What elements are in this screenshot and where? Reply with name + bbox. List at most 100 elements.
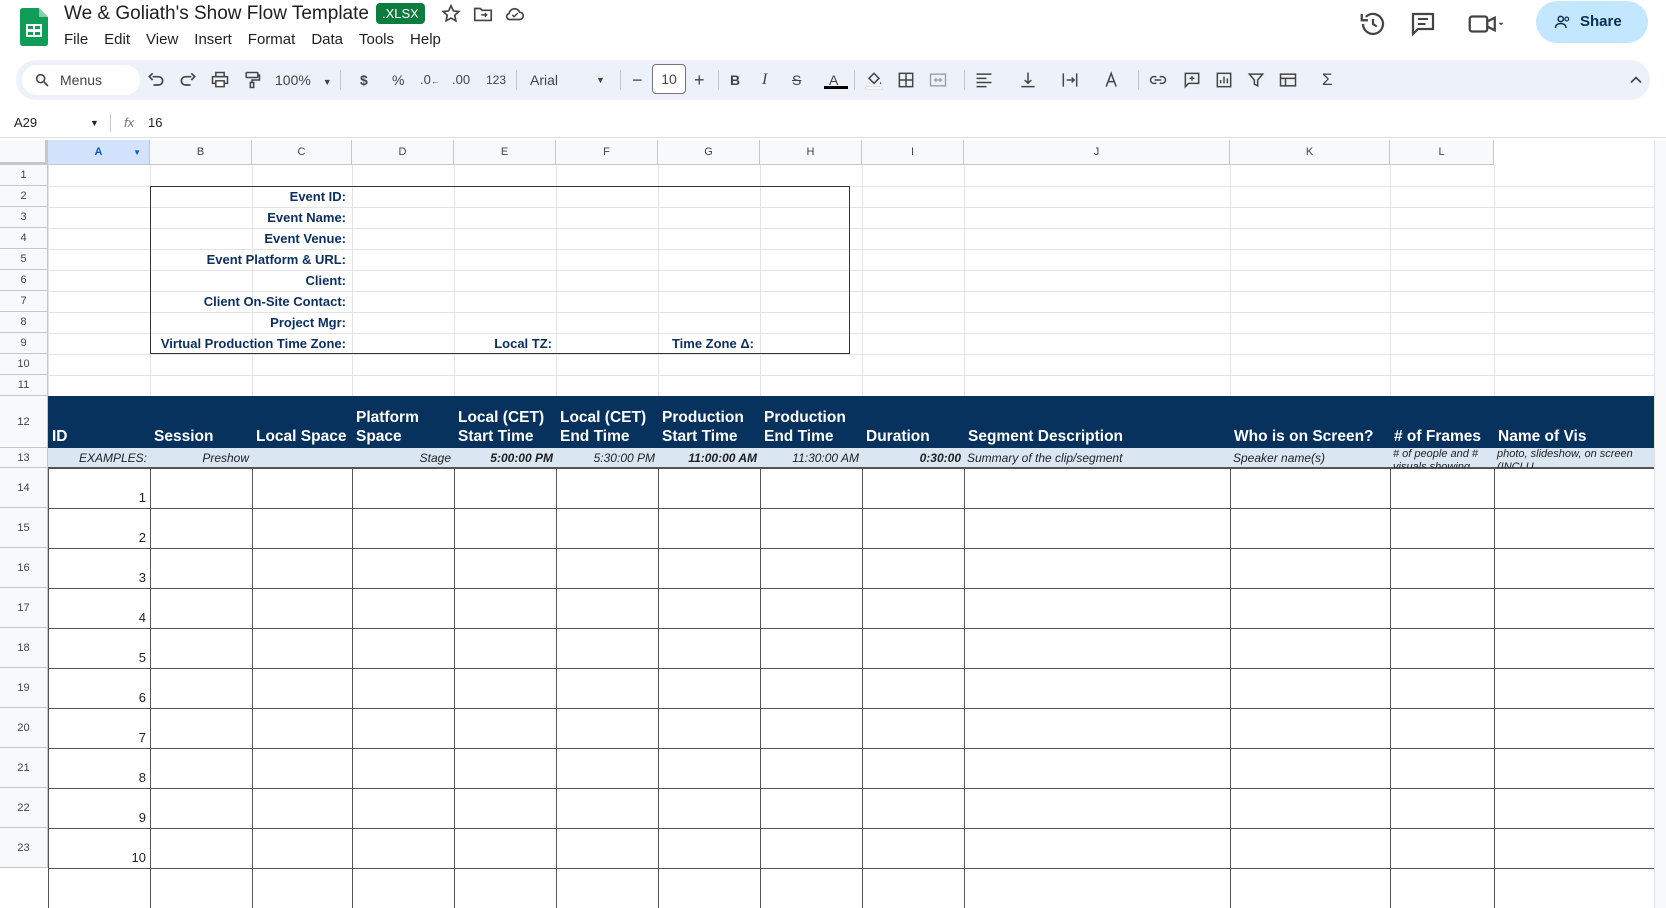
row-header-10[interactable]: 10 [0, 354, 48, 375]
cloud-status-icon[interactable] [504, 3, 526, 25]
row-header-23[interactable]: 23 [0, 828, 48, 868]
functions-button[interactable]: Σ [1322, 60, 1333, 100]
row-header-5[interactable]: 5 [0, 249, 48, 270]
column-header-b[interactable]: B [150, 140, 252, 165]
row-header-11[interactable]: 11 [0, 375, 48, 396]
document-title[interactable]: We & Goliath's Show Flow Template [64, 2, 369, 26]
vertical-align-icon[interactable] [1018, 70, 1038, 90]
decrease-font-size-button[interactable]: − [632, 60, 643, 100]
select-all-corner[interactable] [0, 140, 48, 165]
increase-font-size-button[interactable]: + [694, 60, 705, 100]
column-header-l[interactable]: L [1390, 140, 1494, 165]
id-cell[interactable]: 6 [48, 690, 150, 705]
zoom-select[interactable]: 100% ▼ [275, 60, 332, 100]
move-folder-icon[interactable] [472, 3, 494, 25]
row-header-4[interactable]: 4 [0, 228, 48, 249]
font-select[interactable]: Arial ▼ [530, 60, 610, 100]
collapse-toolbar-icon[interactable] [1626, 70, 1646, 90]
merge-cells-icon[interactable] [928, 70, 948, 90]
row-header-17[interactable]: 17 [0, 588, 48, 628]
name-box-dropdown-icon[interactable]: ▼ [90, 108, 99, 138]
id-cell[interactable]: 3 [48, 570, 150, 585]
column-header-e[interactable]: E [454, 140, 556, 165]
fill-color-icon[interactable] [864, 70, 884, 90]
menu-help[interactable]: Help [410, 31, 441, 48]
id-cell[interactable]: 2 [48, 530, 150, 545]
column-header-a[interactable]: A ▼ [48, 140, 150, 165]
row-header-2[interactable]: 2 [0, 186, 48, 207]
row-header-6[interactable]: 6 [0, 270, 48, 291]
column-header-h[interactable]: H [760, 140, 862, 165]
insert-link-icon[interactable] [1148, 70, 1168, 90]
column-header-j[interactable]: J [964, 140, 1230, 165]
row-header-12[interactable]: 12 [0, 396, 48, 448]
version-history-icon[interactable] [1358, 9, 1388, 39]
menu-tools[interactable]: Tools [359, 31, 394, 48]
undo-icon[interactable] [146, 70, 166, 90]
spreadsheet-grid[interactable]: A ▼ B C D E F G H I J K L 1 2 3 4 5 6 7 8 9 10 11 12 13 14 15 16 17 1… [0, 140, 1666, 908]
row-header-14[interactable]: 14 [0, 468, 48, 508]
row-header-18[interactable]: 18 [0, 628, 48, 668]
row-header-3[interactable]: 3 [0, 207, 48, 228]
column-header-k[interactable]: K [1230, 140, 1390, 165]
percent-button[interactable]: % [392, 60, 404, 100]
row-header-13[interactable]: 13 [0, 448, 48, 468]
row-header-22[interactable]: 22 [0, 788, 48, 828]
menus-search[interactable]: Menus [22, 65, 140, 95]
currency-button[interactable]: $ [360, 60, 368, 100]
row-header-7[interactable]: 7 [0, 291, 48, 312]
paint-format-icon[interactable] [242, 70, 262, 90]
sheets-logo-icon[interactable] [20, 8, 48, 46]
filter-views-icon[interactable] [1278, 70, 1298, 90]
horizontal-align-icon[interactable] [974, 70, 994, 90]
borders-icon[interactable] [896, 70, 916, 90]
bold-button[interactable]: B [730, 60, 740, 100]
row-header-19[interactable]: 19 [0, 668, 48, 708]
id-cell[interactable]: 10 [48, 850, 150, 865]
name-box[interactable]: A29 [14, 108, 37, 138]
column-menu-icon[interactable]: ▼ [133, 140, 141, 165]
row-header-21[interactable]: 21 [0, 748, 48, 788]
decrease-decimal-button[interactable]: .0← [420, 60, 440, 100]
id-cell[interactable]: 7 [48, 730, 150, 745]
text-color-button[interactable]: A [824, 60, 848, 100]
formula-input[interactable]: 16 [148, 108, 162, 138]
id-cell[interactable]: 1 [48, 490, 150, 505]
star-icon[interactable] [440, 3, 462, 25]
insert-comment-icon[interactable] [1182, 70, 1202, 90]
id-cell[interactable]: 5 [48, 650, 150, 665]
comments-icon[interactable] [1408, 9, 1438, 39]
font-size-input[interactable]: 10 [652, 64, 686, 94]
meet-icon[interactable] [1466, 9, 1506, 39]
row-header-9[interactable]: 9 [0, 333, 48, 354]
insert-chart-icon[interactable] [1214, 70, 1234, 90]
more-formats-button[interactable]: 123 [486, 60, 506, 100]
menu-data[interactable]: Data [311, 31, 343, 48]
redo-icon[interactable] [178, 70, 198, 90]
column-header-g[interactable]: G [658, 140, 760, 165]
row-header-15[interactable]: 15 [0, 508, 48, 548]
increase-decimal-button[interactable]: .00 [452, 60, 470, 100]
menu-insert[interactable]: Insert [194, 31, 232, 48]
menu-edit[interactable]: Edit [104, 31, 130, 48]
row-header-8[interactable]: 8 [0, 312, 48, 333]
row-header-1[interactable]: 1 [0, 165, 48, 186]
menu-format[interactable]: Format [248, 31, 296, 48]
menu-view[interactable]: View [146, 31, 178, 48]
id-cell[interactable]: 9 [48, 810, 150, 825]
id-cell[interactable]: 8 [48, 770, 150, 785]
column-header-c[interactable]: C [252, 140, 352, 165]
italic-button[interactable]: I [762, 60, 767, 100]
column-header-d[interactable]: D [352, 140, 454, 165]
filter-icon[interactable] [1246, 70, 1266, 90]
share-button[interactable]: Share [1536, 1, 1648, 43]
strikethrough-button[interactable]: S [792, 60, 801, 100]
print-icon[interactable] [210, 70, 230, 90]
vertical-scrollbar[interactable] [1654, 140, 1666, 908]
id-cell[interactable]: 4 [48, 610, 150, 625]
text-rotation-icon[interactable] [1102, 70, 1122, 90]
menu-file[interactable]: File [64, 31, 88, 48]
column-header-i[interactable]: I [862, 140, 964, 165]
row-header-16[interactable]: 16 [0, 548, 48, 588]
text-wrapping-icon[interactable] [1060, 70, 1080, 90]
